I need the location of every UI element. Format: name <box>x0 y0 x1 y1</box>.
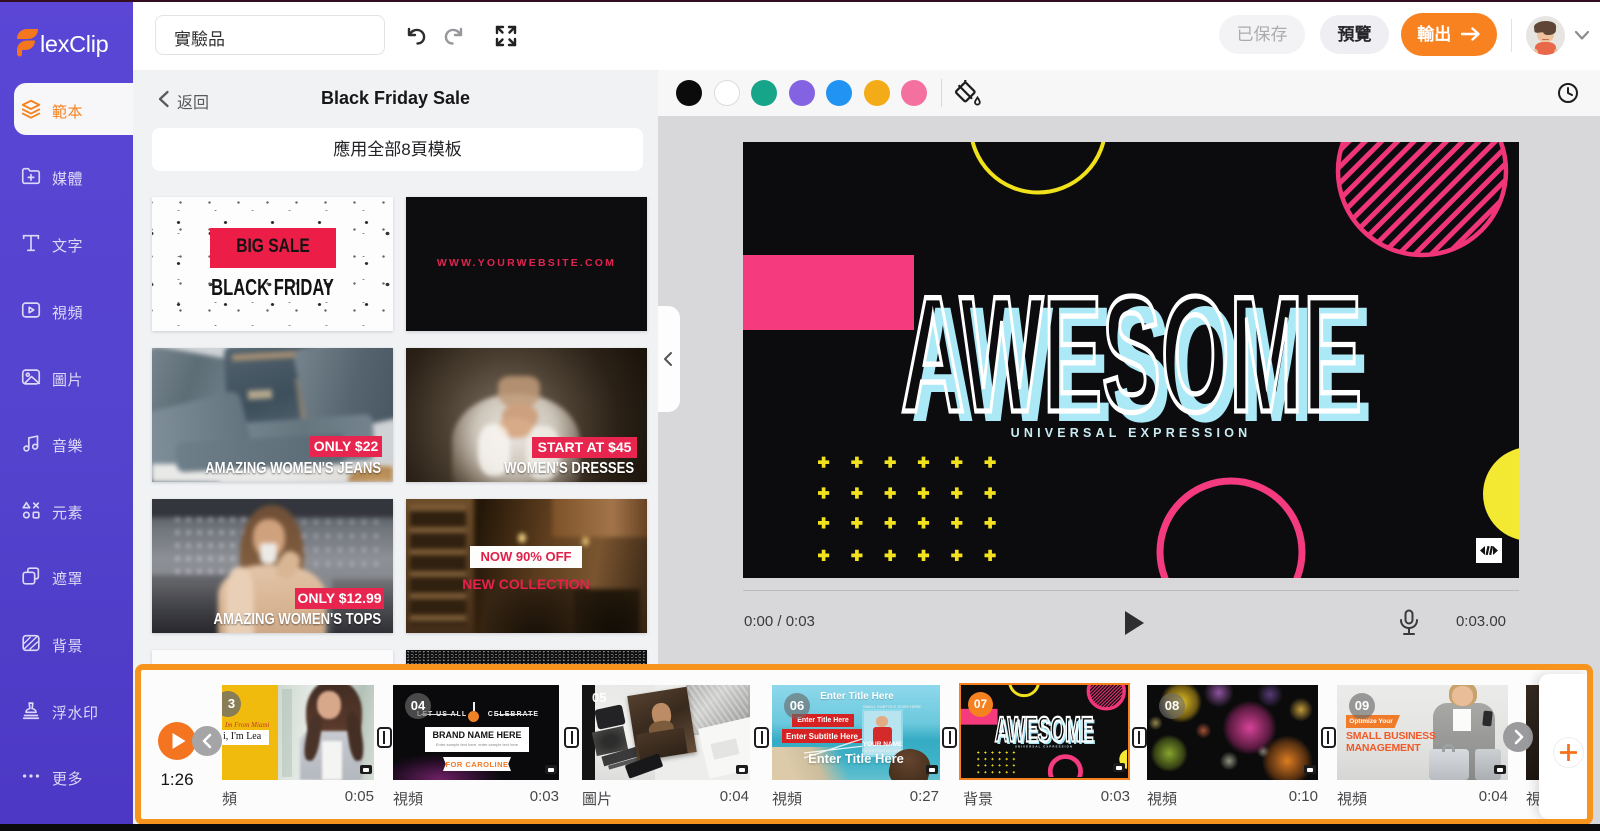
svg-text:UNIVERSAL EXPRESSION: UNIVERSAL EXPRESSION <box>1011 426 1252 440</box>
svg-text:AWESOME: AWESOME <box>901 263 1362 447</box>
svg-text:lexClip: lexClip <box>40 31 109 57</box>
svg-text:AWESOME: AWESOME <box>995 712 1094 750</box>
